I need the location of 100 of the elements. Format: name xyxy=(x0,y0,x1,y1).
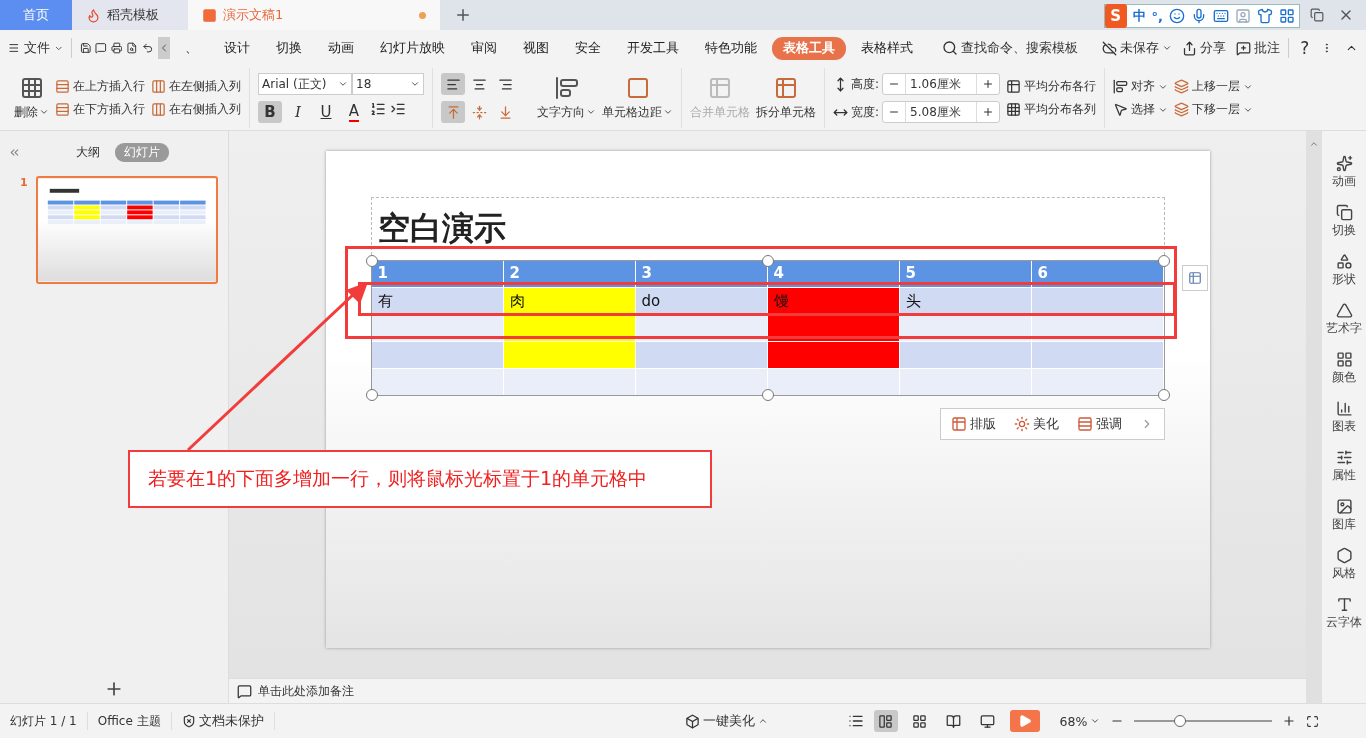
table-tool-button[interactable] xyxy=(1181,265,1208,291)
play-button[interactable] xyxy=(1009,710,1040,732)
side-panel-button[interactable]: 风格 xyxy=(1332,547,1356,581)
split-cells-button[interactable]: 拆分单元格 xyxy=(756,75,816,121)
undo-icon[interactable] xyxy=(142,40,154,56)
ribbon-tab[interactable]: 动画 xyxy=(316,36,365,60)
punctuation-mode[interactable]: °, xyxy=(1151,8,1163,24)
shirt-icon[interactable] xyxy=(1257,8,1273,24)
keyboard-icon[interactable] xyxy=(1213,8,1229,24)
save-icon[interactable] xyxy=(79,40,92,56)
distribute-columns-button[interactable]: 平均分布各列 xyxy=(1006,101,1097,118)
text-direction-button[interactable]: 文字方向 xyxy=(537,75,596,121)
scroll-up-icon xyxy=(1309,139,1319,149)
columns-icon xyxy=(151,102,166,117)
notes-field[interactable]: 单击此处添加备注 xyxy=(229,678,1306,703)
collapse-panel-icon[interactable] xyxy=(8,146,21,159)
insert-column-right-button[interactable]: 在右侧插入列 xyxy=(151,101,241,118)
line-spacing-icon[interactable] xyxy=(370,101,386,117)
side-panel-button[interactable]: 颜色 xyxy=(1332,351,1356,385)
ribbon-tab[interactable]: 特色功能 xyxy=(693,36,768,60)
align-button[interactable]: 对齐 xyxy=(1113,78,1169,95)
format-button[interactable]: U xyxy=(314,101,338,123)
grid-icon[interactable] xyxy=(1279,8,1295,24)
resize-handle[interactable] xyxy=(365,255,378,267)
smart-tool-button[interactable]: 排版 xyxy=(950,415,996,433)
preview-icon[interactable] xyxy=(126,40,138,56)
smart-tool-button[interactable]: 美化 xyxy=(1013,415,1059,433)
play-icon xyxy=(1017,714,1032,728)
format-button[interactable]: B xyxy=(258,101,282,123)
ribbon-tab[interactable]: 安全 xyxy=(563,36,612,60)
delete-button[interactable]: 删除 xyxy=(14,75,49,121)
send-backward-button[interactable]: 下移一层 xyxy=(1174,101,1254,118)
save-status[interactable]: 未保存 xyxy=(1101,39,1172,57)
align-left-button[interactable] xyxy=(441,73,465,95)
format-button[interactable]: I xyxy=(286,101,310,123)
bring-forward-button[interactable]: 上移一层 xyxy=(1174,78,1254,95)
zoom-level[interactable]: 68% xyxy=(1059,713,1101,729)
share-button[interactable]: 分享 xyxy=(1181,39,1226,57)
ribbon-tab[interactable]: 切换 xyxy=(264,36,313,60)
vertical-scrollbar[interactable] xyxy=(1306,131,1322,703)
caret-icon xyxy=(1161,43,1172,53)
ribbon-tab[interactable]: 审阅 xyxy=(459,36,508,60)
width-field[interactable]: 5.08厘米 xyxy=(882,101,1001,123)
restore-icon[interactable] xyxy=(1310,8,1324,22)
notes-menu-icon[interactable] xyxy=(847,713,864,729)
view-normal-button[interactable] xyxy=(873,710,898,732)
zoom-in-icon[interactable] xyxy=(1282,714,1297,728)
side-panel-button[interactable]: 形状 xyxy=(1332,253,1356,287)
ribbon-tab[interactable]: 表格样式 xyxy=(849,36,924,60)
comment-button[interactable]: 批注 xyxy=(1235,39,1280,57)
ribbon-tab[interactable]: 幻灯片放映 xyxy=(368,36,456,60)
insert-row-above-button[interactable]: 在上方插入行 xyxy=(55,78,145,95)
slider-thumb[interactable] xyxy=(1173,715,1186,727)
height-field[interactable]: 1.06厘米 xyxy=(882,73,1001,95)
ribbon-tab[interactable]: 开发工具 xyxy=(615,36,690,60)
plus-icon[interactable] xyxy=(982,106,995,118)
ribbon-tab[interactable]: 设计 xyxy=(212,36,261,60)
protection-status[interactable]: 文档未保护 xyxy=(181,712,264,730)
side-panel-button[interactable]: 属性 xyxy=(1332,449,1356,483)
smart-tool-button[interactable]: 强调 xyxy=(1076,415,1122,433)
insert-column-left-button[interactable]: 在左侧插入列 xyxy=(151,78,241,95)
beautify-button[interactable]: 一键美化 xyxy=(684,712,768,730)
hexagon-icon xyxy=(1335,547,1353,564)
insert-row-below-button[interactable]: 在下方插入行 xyxy=(55,101,145,118)
ribbon-tab[interactable]: 、 xyxy=(173,36,209,60)
table-header-cell: 1 xyxy=(371,261,504,287)
table-icon xyxy=(774,75,798,100)
fit-window-icon[interactable] xyxy=(1306,714,1320,728)
resize-handle[interactable] xyxy=(365,389,378,401)
table-cell: 肉 xyxy=(503,287,636,314)
select-button[interactable]: 选择 xyxy=(1113,101,1169,118)
font-size-select[interactable]: 18 xyxy=(352,73,424,95)
speech-icon[interactable] xyxy=(95,40,107,56)
unsaved-dot xyxy=(419,11,426,19)
new-tab-icon[interactable] xyxy=(454,6,472,24)
help-button[interactable]: ? xyxy=(1300,38,1310,58)
ribbon-tab[interactable]: 视图 xyxy=(511,36,560,60)
microphone-icon[interactable] xyxy=(1191,8,1207,24)
search-command[interactable]: 查找命令、搜索模板 xyxy=(941,39,1078,57)
side-panel-button[interactable]: 艺术字 xyxy=(1326,302,1362,336)
panel-tab[interactable]: 大纲 xyxy=(67,143,109,162)
paragraph-spacing-icon[interactable] xyxy=(390,101,406,117)
side-panel-button[interactable]: 云字体 xyxy=(1326,596,1362,630)
plus-icon[interactable] xyxy=(982,78,995,90)
font-select[interactable]: Arial (正文) xyxy=(258,73,352,95)
document-tab[interactable]: 稻壳模板 xyxy=(72,0,188,30)
caret-icon xyxy=(410,79,420,89)
distribute-rows-button[interactable]: 平均分布各行 xyxy=(1006,78,1097,95)
file-menu[interactable]: 文件 xyxy=(23,39,50,57)
side-panel-button[interactable]: 图表 xyxy=(1332,400,1356,434)
side-panel-button[interactable]: 图库 xyxy=(1332,498,1356,532)
side-panel-button[interactable]: 切换 xyxy=(1332,204,1356,238)
slide-thumbnail[interactable] xyxy=(35,176,218,284)
print-icon[interactable] xyxy=(110,40,123,56)
align-top-button[interactable] xyxy=(441,101,465,123)
input-mode[interactable]: 中 xyxy=(1132,7,1146,25)
side-panel-button[interactable]: 动画 xyxy=(1332,155,1356,189)
cell-margin-button[interactable]: 单元格边距 xyxy=(602,75,673,121)
format-button[interactable]: A xyxy=(342,101,366,123)
smile-icon[interactable] xyxy=(1169,8,1185,24)
